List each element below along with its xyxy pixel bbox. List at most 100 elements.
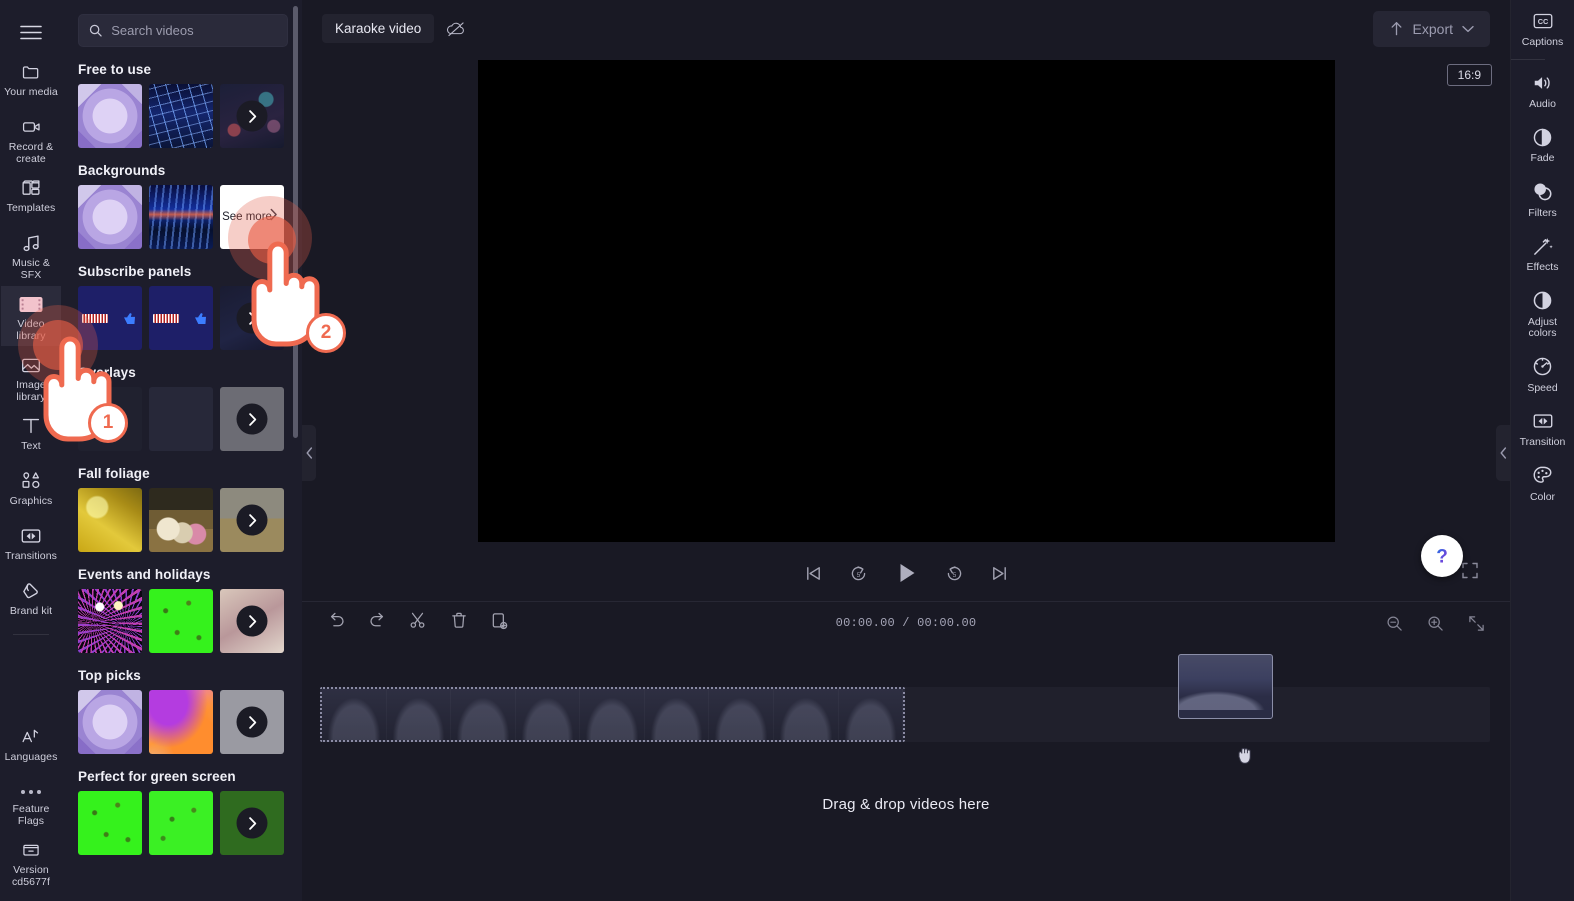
video-library-panel: Free to use Backgrounds See more Subscribe … xyxy=(62,0,302,901)
video-preview-canvas[interactable] xyxy=(477,60,1335,542)
chevron-left-icon xyxy=(306,447,312,459)
thumb-green-more[interactable] xyxy=(220,791,284,855)
sidebar-item-transitions[interactable]: Transitions xyxy=(1,518,61,572)
thumb-green-screen-confetti[interactable] xyxy=(149,589,213,653)
fit-to-screen-button[interactable] xyxy=(1464,611,1488,635)
thumb-blue-wave[interactable] xyxy=(149,185,213,249)
skip-to-end-button[interactable] xyxy=(985,559,1013,587)
cloud-offline-button[interactable] xyxy=(442,15,470,43)
sidebar-item-label: Your media xyxy=(4,86,58,98)
tool-adjust-colors[interactable]: Adjust colors xyxy=(1511,280,1574,346)
tool-effects[interactable]: Effects xyxy=(1511,225,1574,280)
ellipsis-icon xyxy=(21,780,41,804)
collapse-right-panel-button[interactable] xyxy=(1496,425,1510,481)
tool-audio[interactable]: Audio xyxy=(1511,62,1574,117)
tool-label: Adjust colors xyxy=(1527,315,1558,339)
thumb-bokeh-more[interactable] xyxy=(220,84,284,148)
thumb-yellow-leaves[interactable] xyxy=(78,488,142,552)
thumb-fall-more[interactable] xyxy=(220,488,284,552)
play-button[interactable] xyxy=(889,556,923,590)
tool-transition[interactable]: Transition xyxy=(1511,400,1574,455)
skip-to-start-button[interactable] xyxy=(799,559,827,587)
svg-text:5: 5 xyxy=(952,571,956,578)
sidebar-item-feature[interactable]: Feature Flags xyxy=(1,774,61,831)
timeline-track[interactable] xyxy=(320,654,1490,764)
tool-fade[interactable]: Fade xyxy=(1511,116,1574,171)
sidebar-item-video-library[interactable]: Video library xyxy=(1,286,61,346)
undo-button[interactable] xyxy=(324,611,348,635)
redo-button[interactable] xyxy=(365,611,389,635)
hamburger-menu-button[interactable] xyxy=(9,10,53,54)
sidebar-item-record-create[interactable]: Record & create xyxy=(1,109,61,169)
thumb-lilac-cubes[interactable] xyxy=(78,84,142,148)
help-button[interactable]: ? xyxy=(1421,535,1463,577)
delete-button[interactable] xyxy=(447,611,471,635)
sidebar-item-label: Brand kit xyxy=(9,605,53,617)
thumb-orange-gradient[interactable] xyxy=(149,690,213,754)
thumb-top-picks-more[interactable] xyxy=(220,690,284,754)
fit-to-screen-icon xyxy=(1468,615,1484,631)
dragged-video-clip[interactable] xyxy=(1178,654,1273,719)
trash-icon xyxy=(449,610,469,636)
thumb-subscribe-2[interactable] xyxy=(149,286,213,350)
right-tools-rail: CC Captions Audio Fade Filters Effects Adjust … xyxy=(1510,0,1574,901)
sidebar-item-text[interactable]: Text xyxy=(1,408,61,462)
sidebar-item-your-media[interactable]: Your media xyxy=(1,54,61,108)
tool-speed[interactable]: Speed xyxy=(1511,346,1574,401)
export-button[interactable]: Export xyxy=(1372,10,1490,47)
music-note-icon xyxy=(20,231,43,255)
sidebar-item-brand-kit[interactable]: Brand kit xyxy=(1,573,61,627)
aspect-ratio-badge[interactable]: 16:9 xyxy=(1446,64,1492,86)
thumb-family-autumn[interactable] xyxy=(149,488,213,552)
sidebar-item-templates[interactable]: Templates xyxy=(1,170,61,224)
chevron-right-icon xyxy=(236,807,268,839)
see-more-button[interactable]: See more xyxy=(220,185,284,249)
search-videos-box[interactable] xyxy=(78,14,288,47)
zoom-out-button[interactable] xyxy=(1382,611,1406,635)
duplicate-button[interactable] xyxy=(488,611,512,635)
tool-captions[interactable]: CC Captions xyxy=(1511,0,1574,55)
thumb-green-confetti-1[interactable] xyxy=(78,791,142,855)
skip-forward-icon xyxy=(992,566,1006,580)
thumb-subscribe-1[interactable] xyxy=(78,286,142,350)
timeline-body[interactable]: Drag & drop videos here xyxy=(302,644,1510,901)
thumb-green-confetti-2[interactable] xyxy=(149,791,213,855)
thumb-overlay-2[interactable] xyxy=(149,387,213,451)
zoom-in-button[interactable] xyxy=(1423,611,1447,635)
archive-box-icon xyxy=(19,838,43,862)
sidebar-item-label: Record & create xyxy=(8,141,54,165)
tool-filters[interactable]: Filters xyxy=(1511,171,1574,226)
drop-target-placeholder[interactable] xyxy=(320,687,905,742)
sidebar-item-languages[interactable]: Languages xyxy=(1,719,61,773)
sidebar-item-version[interactable]: Version cd5677f xyxy=(1,832,61,892)
split-button[interactable] xyxy=(406,611,430,635)
tool-color[interactable]: Color xyxy=(1511,455,1574,510)
thumb-overlay-1[interactable] xyxy=(78,387,142,451)
forward-5s-button[interactable]: 5 xyxy=(940,559,968,587)
fullscreen-button[interactable] xyxy=(1462,562,1478,584)
sidebar-item-graphics[interactable]: Graphics xyxy=(1,463,61,517)
project-title-input[interactable]: Karaoke video xyxy=(322,14,435,43)
sidebar-item-label: Video library xyxy=(16,318,46,342)
thumb-lilac-cubes[interactable] xyxy=(78,185,142,249)
tool-label: Audio xyxy=(1529,97,1556,110)
thumb-lilac-cubes[interactable] xyxy=(78,690,142,754)
section-title: Events and holidays xyxy=(78,567,211,582)
search-input[interactable] xyxy=(111,23,277,38)
sidebar-item-label: Languages xyxy=(4,751,58,763)
sidebar-item-image-library[interactable]: Image library xyxy=(1,347,61,407)
sidebar-item-music-sfx[interactable]: Music & SFX xyxy=(1,225,61,285)
collapse-left-panel-button[interactable] xyxy=(302,425,316,481)
library-scrollbar[interactable] xyxy=(293,6,298,438)
rewind-5s-button[interactable]: 5 xyxy=(844,559,872,587)
thumb-subscribe-more[interactable] xyxy=(220,286,284,350)
thumbnail-row xyxy=(78,791,288,855)
thumb-blue-grid[interactable] xyxy=(149,84,213,148)
section-title: Subscribe panels xyxy=(78,264,192,279)
thumb-overlay-more[interactable] xyxy=(220,387,284,451)
chevron-right-icon xyxy=(236,100,268,132)
film-strip-icon xyxy=(19,292,43,316)
fullscreen-icon xyxy=(1462,562,1478,579)
thumb-events-more[interactable] xyxy=(220,589,284,653)
thumb-fireworks[interactable] xyxy=(78,589,142,653)
